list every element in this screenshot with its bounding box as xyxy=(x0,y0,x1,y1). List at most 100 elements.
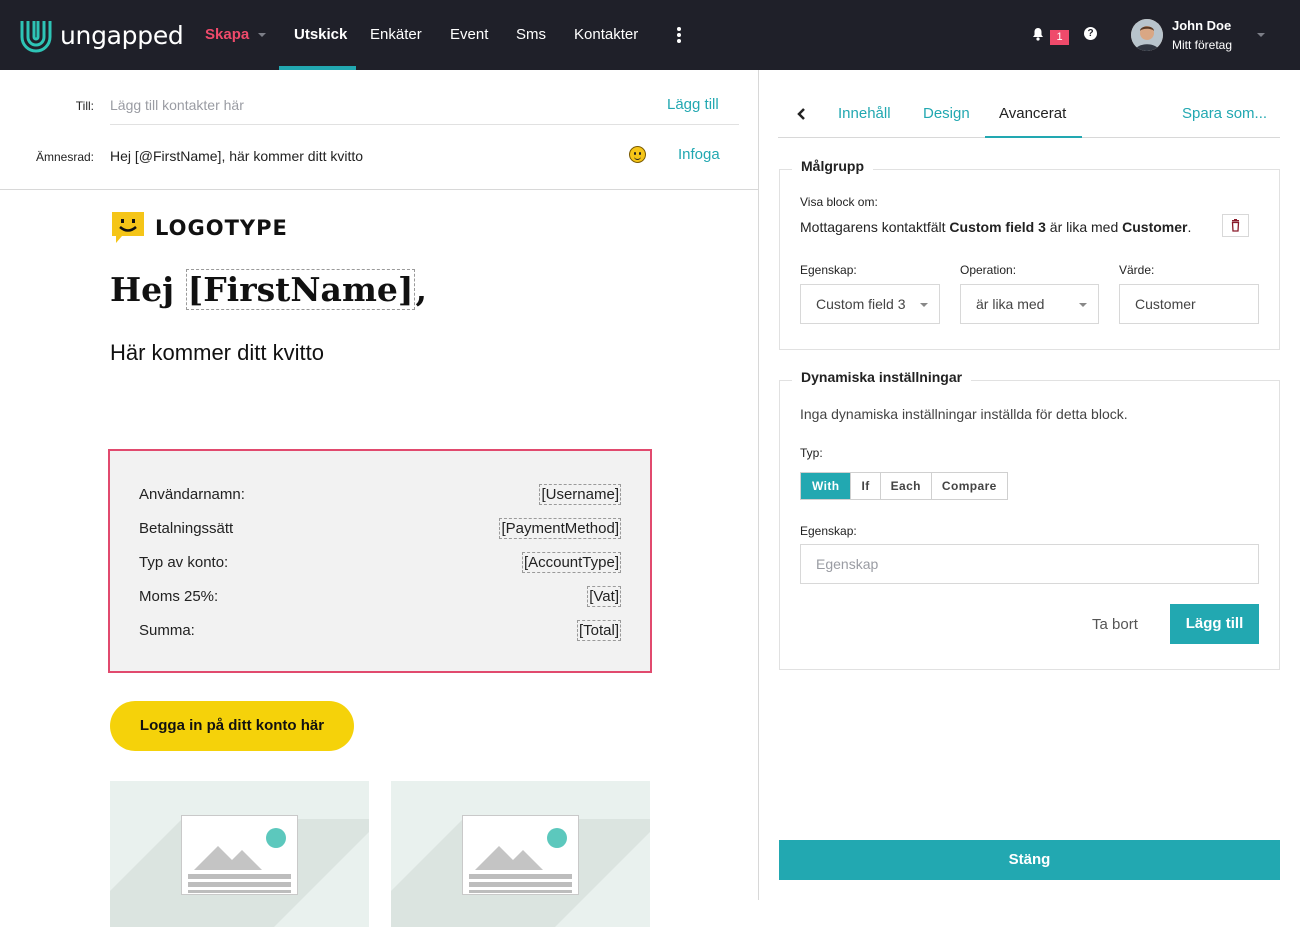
image-placeholder[interactable] xyxy=(391,781,650,927)
brand-name: ungapped xyxy=(60,20,184,50)
subject-input[interactable]: Hej [@FirstName], här kommer ditt kvitto xyxy=(110,148,363,164)
emoji-picker-icon[interactable] xyxy=(629,146,646,163)
audience-legend: Målgrupp xyxy=(792,158,873,174)
receipt-value: [Username] xyxy=(539,484,621,505)
rule-text: . xyxy=(1187,219,1192,235)
type-label: Typ: xyxy=(800,446,823,460)
email-greeting[interactable]: Hej [FirstName], xyxy=(110,269,427,310)
nav-create-label: Skapa xyxy=(205,26,250,43)
property-select-value: Custom field 3 xyxy=(816,296,906,312)
dynamic-empty-text: Inga dynamiska inställningar inställda f… xyxy=(800,406,1128,422)
divider xyxy=(0,189,759,190)
dynamic-settings-section: Dynamiska inställningar Inga dynamiska i… xyxy=(779,369,1280,670)
nav-item-enkater[interactable]: Enkäter xyxy=(370,0,422,70)
image-icon xyxy=(181,815,298,895)
dynamic-legend: Dynamiska inställningar xyxy=(792,369,972,385)
rule-text: är lika med xyxy=(1045,219,1123,235)
add-recipients-link[interactable]: Lägg till xyxy=(667,96,719,113)
receipt-value: [PaymentMethod] xyxy=(499,518,621,539)
image-icon xyxy=(462,815,579,895)
tab-design[interactable]: Design xyxy=(923,105,970,122)
back-chevron-icon[interactable] xyxy=(797,108,806,120)
more-menu-icon[interactable] xyxy=(677,27,681,45)
brand-mark-icon xyxy=(20,21,52,53)
login-cta-button[interactable]: Logga in på ditt konto här xyxy=(110,701,354,751)
value-input[interactable]: Customer xyxy=(1119,284,1259,324)
tab-advanced[interactable]: Avancerat xyxy=(999,105,1066,122)
receipt-key: Användarnamn: xyxy=(139,486,245,503)
avatar[interactable] xyxy=(1131,19,1163,51)
dynamic-property-input[interactable]: Egenskap xyxy=(800,544,1259,584)
property-select[interactable]: Custom field 3 xyxy=(800,284,940,324)
greeting-suffix: , xyxy=(415,270,427,309)
add-button[interactable]: Lägg till xyxy=(1170,604,1259,644)
operation-select-value: är lika med xyxy=(976,296,1045,312)
receipt-row: Typ av konto: [AccountType] xyxy=(139,552,621,574)
trash-icon xyxy=(1231,219,1240,232)
audience-rule: Mottagarens kontaktfält Custom field 3 ä… xyxy=(800,219,1191,235)
type-option-compare[interactable]: Compare xyxy=(930,473,1007,499)
user-name[interactable]: John Doe xyxy=(1172,18,1231,33)
rule-value: Customer xyxy=(1122,219,1188,235)
image-placeholder[interactable] xyxy=(110,781,369,927)
receipt-key: Typ av konto: xyxy=(139,554,229,571)
value-label: Värde: xyxy=(1119,263,1155,277)
rule-text: Mottagarens kontaktfält xyxy=(800,219,950,235)
receipt-row: Moms 25%: [Vat] xyxy=(139,586,621,608)
chevron-down-icon[interactable] xyxy=(1257,33,1265,37)
chevron-down-icon xyxy=(1079,303,1087,307)
email-editor: Till: Lägg till kontakter här Lägg till … xyxy=(0,70,759,927)
email-logo[interactable]: LOGOTYPE xyxy=(110,210,288,246)
nav-item-sms[interactable]: Sms xyxy=(516,0,546,70)
greeting-prefix: Hej xyxy=(110,270,186,309)
to-label: Till: xyxy=(75,99,94,113)
nav-create-menu[interactable]: Skapa xyxy=(205,0,267,70)
receipt-row: Summa: [Total] xyxy=(139,620,621,642)
receipt-value: [Total] xyxy=(576,620,621,641)
receipt-row: Användarnamn: [Username] xyxy=(139,484,621,506)
recipients-input[interactable]: Lägg till kontakter här xyxy=(110,97,244,113)
chevron-down-icon xyxy=(920,303,928,307)
audience-section: Målgrupp Visa block om: Mottagarens kont… xyxy=(779,158,1280,350)
bell-icon[interactable] xyxy=(1031,27,1045,41)
tab-content[interactable]: Innehåll xyxy=(838,105,891,122)
subject-label: Ämnesrad: xyxy=(35,150,94,164)
receipt-key: Summa: xyxy=(139,622,195,639)
receipt-block[interactable]: Användarnamn: [Username] Betalningssätt … xyxy=(108,449,652,673)
notification-badge: 1 xyxy=(1050,30,1069,45)
divider xyxy=(110,124,739,125)
type-option-with[interactable]: With xyxy=(801,473,851,499)
receipt-value: [Vat] xyxy=(587,586,621,607)
delete-rule-button[interactable] xyxy=(1222,214,1249,237)
user-company[interactable]: Mitt företag xyxy=(1172,38,1232,52)
nav-item-utskick[interactable]: Utskick xyxy=(294,0,347,70)
type-option-each[interactable]: Each xyxy=(879,473,931,499)
receipt-key: Betalningssätt xyxy=(139,520,234,537)
type-segmented-control: With If Each Compare xyxy=(800,472,1008,500)
logotype-text: LOGOTYPE xyxy=(155,216,288,240)
merge-tag-firstname: [FirstName] xyxy=(185,269,416,310)
chevron-down-icon xyxy=(258,33,267,38)
show-if-label: Visa block om: xyxy=(800,195,878,209)
active-tab-indicator xyxy=(985,136,1082,138)
save-as-link[interactable]: Spara som... xyxy=(1182,105,1267,122)
speech-bubble-smiley-icon xyxy=(112,212,144,243)
brand-logo[interactable]: ungapped xyxy=(18,16,184,54)
block-settings-panel: Innehåll Design Avancerat Spara som... M… xyxy=(760,70,1300,900)
email-subheading[interactable]: Här kommer ditt kvitto xyxy=(110,340,324,366)
receipt-value: [AccountType] xyxy=(521,552,621,573)
operation-label: Operation: xyxy=(960,263,1017,277)
remove-button[interactable]: Ta bort xyxy=(1092,616,1138,633)
nav-item-kontakter[interactable]: Kontakter xyxy=(574,0,638,70)
type-option-if[interactable]: If xyxy=(850,473,879,499)
top-navigation: ungapped Skapa Utskick Enkäter Event Sms… xyxy=(0,0,1300,70)
operation-select[interactable]: är lika med xyxy=(960,284,1099,324)
help-icon[interactable]: ? xyxy=(1084,27,1097,40)
property-label: Egenskap: xyxy=(800,263,857,277)
dynamic-property-label: Egenskap: xyxy=(800,524,857,538)
receipt-row: Betalningssätt [PaymentMethod] xyxy=(139,518,621,540)
close-button[interactable]: Stäng xyxy=(779,840,1280,880)
insert-field-link[interactable]: Infoga xyxy=(678,146,720,163)
nav-item-event[interactable]: Event xyxy=(450,0,488,70)
receipt-key: Moms 25%: xyxy=(139,588,219,605)
